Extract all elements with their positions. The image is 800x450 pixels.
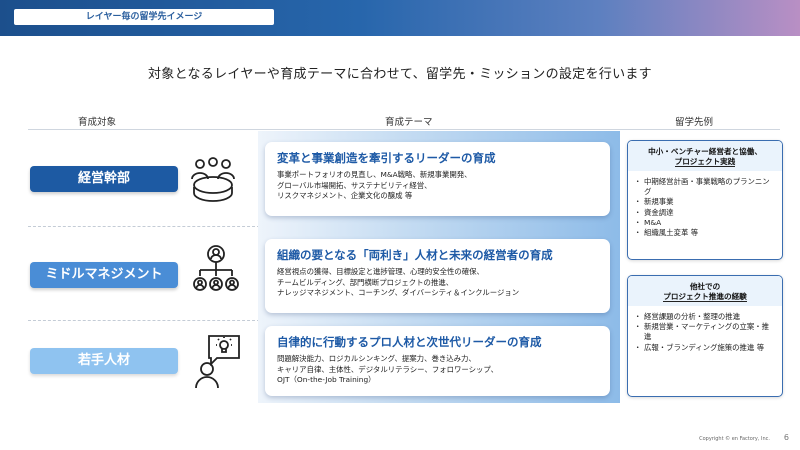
meeting-table-icon — [188, 157, 238, 203]
page-number: 6 — [783, 433, 789, 442]
header-divider — [28, 129, 780, 130]
example-title-line: 中小・ベンチャー経営者と協働、 — [648, 147, 762, 156]
example-item: 経営課題の分析・整理の推進 — [634, 312, 776, 322]
theme-line: ナレッジマネジメント、コーチング、ダイバーシティ＆インクルージョン — [277, 288, 520, 297]
column-header-target: 育成対象 — [78, 117, 117, 128]
section-tag: レイヤー毎の留学先イメージ — [14, 9, 274, 25]
theme-card-executive: 変革と事業創造を牽引するリーダーの育成 事業ポートフォリオの見直し、M&A戦略、… — [265, 142, 610, 216]
column-header-example: 留学先例 — [675, 117, 714, 128]
example-item: 新規営業・マーケティングの立案・推進 — [634, 322, 776, 342]
org-chart-icon — [192, 244, 240, 294]
theme-title: 自律的に行動するプロ人材と次世代リーダーの育成 — [277, 335, 542, 349]
example-item: 中期経営計画・事業戦略のプランニング — [634, 177, 776, 197]
theme-card-middle-management: 組織の要となる「両利き」人材と未来の経営者の育成 経営視点の獲得、目標設定と進捗… — [265, 239, 610, 313]
header-bar: レイヤー毎の留学先イメージ — [0, 0, 800, 36]
theme-line: 問題解決能力、ロジカルシンキング、提案力、巻き込み力、 — [277, 354, 476, 363]
idea-person-icon — [195, 334, 241, 390]
theme-card-young-talent: 自律的に行動するプロ人材と次世代リーダーの育成 問題解決能力、ロジカルシンキング… — [265, 326, 610, 396]
example-box-sme-venture: 中小・ベンチャー経営者と協働、 プロジェクト実践 中期経営計画・事業戦略のプラン… — [627, 140, 783, 260]
theme-title: 組織の要となる「両利き」人材と未来の経営者の育成 — [277, 248, 553, 262]
target-executive: 経営幹部 — [30, 166, 178, 192]
theme-title: 変革と事業創造を牽引するリーダーの育成 — [277, 151, 496, 165]
theme-line: リスクマネジメント、企業文化の醸成 等 — [277, 191, 413, 200]
column-header-theme: 育成テーマ — [385, 117, 433, 128]
example-title-line: プロジェクト実践 — [674, 157, 736, 167]
theme-line: キャリア自律、主体性、デジタルリテラシー、フォロワーシップ、 — [277, 364, 498, 374]
example-item: 新規事業 — [634, 197, 776, 207]
example-box-other-company: 他社での プロジェクト推進の経験 経営課題の分析・整理の推進 新規営業・マーケテ… — [627, 275, 783, 397]
example-title-line: 他社での — [689, 282, 721, 291]
example-item: 資金調達 — [634, 208, 776, 218]
example-title-line: プロジェクト推進の経験 — [663, 292, 747, 302]
copyright: Copyright © en Factory, Inc. — [699, 436, 770, 442]
example-item: 広報・ブランディング施策の推進 等 — [634, 343, 776, 353]
row-divider — [28, 226, 260, 227]
theme-line: グローバル市場開拓、サステナビリティ経営、 — [277, 180, 432, 190]
example-item: 組織風土変革 等 — [634, 228, 776, 238]
theme-line: チームビルディング、部門横断プロジェクトの推進、 — [277, 277, 454, 287]
example-item: M&A — [634, 218, 776, 228]
theme-line: 経営視点の獲得、目標設定と進捗管理、心理的安全性の確保、 — [277, 267, 484, 276]
theme-line: OJT（On-the-Job Training） — [277, 375, 376, 384]
theme-line: 事業ポートフォリオの見直し、M&A戦略、新規事業開発、 — [277, 170, 472, 179]
target-young-talent: 若手人材 — [30, 348, 178, 374]
row-divider — [28, 320, 260, 321]
target-middle-management: ミドルマネジメント — [30, 262, 178, 288]
page-headline: 対象となるレイヤーや育成テーマに合わせて、留学先・ミッションの設定を行います — [148, 67, 652, 82]
